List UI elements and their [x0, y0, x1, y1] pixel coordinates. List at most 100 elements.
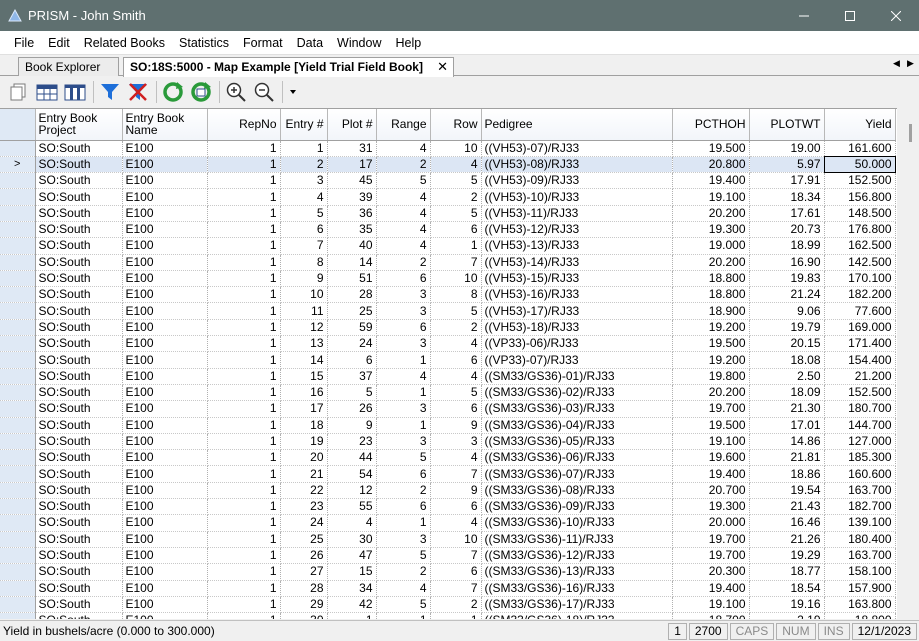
cell-entry-book-project[interactable]: SO:South — [35, 531, 123, 548]
cell-pcthoh[interactable]: 20.200 — [672, 254, 750, 271]
cell-row[interactable]: 6 — [430, 400, 482, 418]
cell-pedigree[interactable]: ((SM33/GS36)-03)/RJ33 — [481, 400, 673, 418]
cell-yield[interactable]: 180.700 — [824, 400, 896, 418]
cell-entry[interactable]: 23 — [280, 498, 328, 516]
cell-yield[interactable]: 180.400 — [824, 531, 896, 548]
cell-entry-book-name[interactable]: E100 — [122, 433, 208, 451]
cell-pcthoh[interactable]: 19.000 — [672, 237, 750, 255]
cell-row[interactable]: 4 — [430, 156, 482, 174]
cell-plot[interactable]: 14 — [327, 254, 377, 271]
cell-plotwt[interactable]: 16.90 — [749, 254, 825, 271]
cell-repno[interactable]: 1 — [207, 254, 281, 271]
cell-pedigree[interactable]: ((SM33/GS36)-07)/RJ33 — [481, 465, 673, 483]
cell-range[interactable]: 4 — [376, 188, 431, 206]
cell-row[interactable]: 7 — [430, 580, 482, 597]
menu-help[interactable]: Help — [389, 31, 429, 55]
copy-icon[interactable] — [6, 79, 32, 105]
cell-repno[interactable]: 1 — [207, 237, 281, 255]
cell-entry-book-project[interactable]: SO:South — [35, 351, 123, 369]
cell-entry-book-name[interactable]: E100 — [122, 482, 208, 500]
cell-pedigree[interactable]: ((VP33)-06)/RJ33 — [481, 335, 673, 353]
cell-entry-book-name[interactable]: E100 — [122, 580, 208, 597]
cell-plotwt[interactable]: 17.91 — [749, 172, 825, 190]
table-row[interactable]: SO:South E100 1 1 31 4 10 ((VH53)-07)/RJ33 19.50… — [0, 140, 896, 157]
cell-pcthoh[interactable]: 18.800 — [672, 270, 750, 288]
cell-range[interactable]: 6 — [376, 498, 431, 516]
cell-pcthoh[interactable]: 20.800 — [672, 156, 750, 174]
cell-range[interactable]: 6 — [376, 319, 431, 337]
cell-plotwt[interactable]: 21.30 — [749, 400, 825, 418]
cell-range[interactable]: 3 — [376, 400, 431, 418]
cell-plotwt[interactable]: 2.50 — [749, 368, 825, 385]
row-header[interactable] — [0, 368, 36, 385]
cell-row[interactable]: 4 — [430, 514, 482, 532]
cell-plot[interactable]: 34 — [327, 580, 377, 597]
cell-repno[interactable]: 1 — [207, 384, 281, 402]
cell-pcthoh[interactable]: 19.400 — [672, 465, 750, 483]
cell-entry-book-name[interactable]: E100 — [122, 547, 208, 565]
cell-entry[interactable]: 6 — [280, 221, 328, 239]
cell-row[interactable]: 1 — [430, 612, 482, 619]
maximize-button[interactable] — [827, 0, 873, 31]
cell-plot[interactable]: 45 — [327, 172, 377, 190]
cell-entry-book-name[interactable]: E100 — [122, 351, 208, 369]
table-row[interactable]: SO:South E100 1 29 42 5 2 ((SM33/GS36)-17)/RJ33… — [0, 596, 896, 614]
cell-yield[interactable]: 142.500 — [824, 254, 896, 271]
cell-pedigree[interactable]: ((SM33/GS36)-06)/RJ33 — [481, 449, 673, 467]
cell-entry-book-project[interactable]: SO:South — [35, 417, 123, 434]
cell-entry-book-project[interactable]: SO:South — [35, 482, 123, 500]
row-header[interactable] — [0, 465, 36, 483]
column-header[interactable]: Plot # — [327, 109, 377, 141]
cell-plot[interactable]: 51 — [327, 270, 377, 288]
cell-entry[interactable]: 18 — [280, 417, 328, 434]
cell-range[interactable]: 4 — [376, 140, 431, 157]
cell-row[interactable]: 10 — [430, 531, 482, 548]
cell-entry-book-name[interactable]: E100 — [122, 237, 208, 255]
table-row[interactable]: SO:South E100 1 8 14 2 7 ((VH53)-14)/RJ33 20.200… — [0, 254, 896, 271]
cell-yield[interactable]: 18.800 — [824, 612, 896, 619]
cell-pedigree[interactable]: ((SM33/GS36)-05)/RJ33 — [481, 433, 673, 451]
dropdown-arrow-icon[interactable] — [286, 79, 300, 105]
cell-plot[interactable]: 44 — [327, 449, 377, 467]
cell-entry-book-project[interactable]: SO:South — [35, 319, 123, 337]
cell-entry-book-name[interactable]: E100 — [122, 188, 208, 206]
columns-icon[interactable] — [62, 79, 88, 105]
cell-entry-book-name[interactable]: E100 — [122, 156, 208, 174]
cell-pedigree[interactable]: ((SM33/GS36)-04)/RJ33 — [481, 417, 673, 434]
cell-pedigree[interactable]: ((VH53)-08)/RJ33 — [481, 156, 673, 174]
cell-pcthoh[interactable]: 19.600 — [672, 449, 750, 467]
cell-pedigree[interactable]: ((SM33/GS36)-17)/RJ33 — [481, 596, 673, 614]
cell-yield[interactable]: 182.200 — [824, 286, 896, 304]
cell-row[interactable]: 7 — [430, 465, 482, 483]
cell-range[interactable]: 1 — [376, 384, 431, 402]
cell-repno[interactable]: 1 — [207, 205, 281, 222]
cell-entry-book-name[interactable]: E100 — [122, 417, 208, 434]
cell-entry-book-project[interactable]: SO:South — [35, 254, 123, 271]
table-row[interactable]: SO:South E100 1 25 30 3 10 ((SM33/GS36)-11)/RJ3… — [0, 531, 896, 548]
cell-plotwt[interactable]: 19.83 — [749, 270, 825, 288]
cell-pedigree[interactable]: ((SM33/GS36)-12)/RJ33 — [481, 547, 673, 565]
cell-pedigree[interactable]: ((SM33/GS36)-16)/RJ33 — [481, 580, 673, 597]
zoom-in-icon[interactable] — [223, 79, 249, 105]
column-header[interactable]: PLOTWT — [749, 109, 825, 141]
cell-yield[interactable]: 77.600 — [824, 302, 896, 320]
cell-entry[interactable]: 5 — [280, 205, 328, 222]
row-header[interactable] — [0, 580, 36, 597]
cell-plot[interactable]: 47 — [327, 547, 377, 565]
cell-entry-book-name[interactable]: E100 — [122, 140, 208, 157]
cell-plotwt[interactable]: 21.43 — [749, 498, 825, 516]
cell-entry[interactable]: 28 — [280, 580, 328, 597]
cell-repno[interactable]: 1 — [207, 172, 281, 190]
cell-plot[interactable]: 1 — [327, 612, 377, 619]
cell-plot[interactable]: 17 — [327, 156, 377, 174]
table-row[interactable]: SO:South E100 1 22 12 2 9 ((SM33/GS36)-08)/RJ33… — [0, 482, 896, 500]
menu-related-books[interactable]: Related Books — [77, 31, 172, 55]
cell-entry[interactable]: 24 — [280, 514, 328, 532]
cell-entry-book-project[interactable]: SO:South — [35, 172, 123, 190]
cell-plot[interactable]: 40 — [327, 237, 377, 255]
cell-entry-book-name[interactable]: E100 — [122, 563, 208, 581]
cell-row[interactable]: 5 — [430, 172, 482, 190]
cell-entry-book-name[interactable]: E100 — [122, 596, 208, 614]
cell-plot[interactable]: 42 — [327, 596, 377, 614]
cell-plotwt[interactable]: 18.99 — [749, 237, 825, 255]
